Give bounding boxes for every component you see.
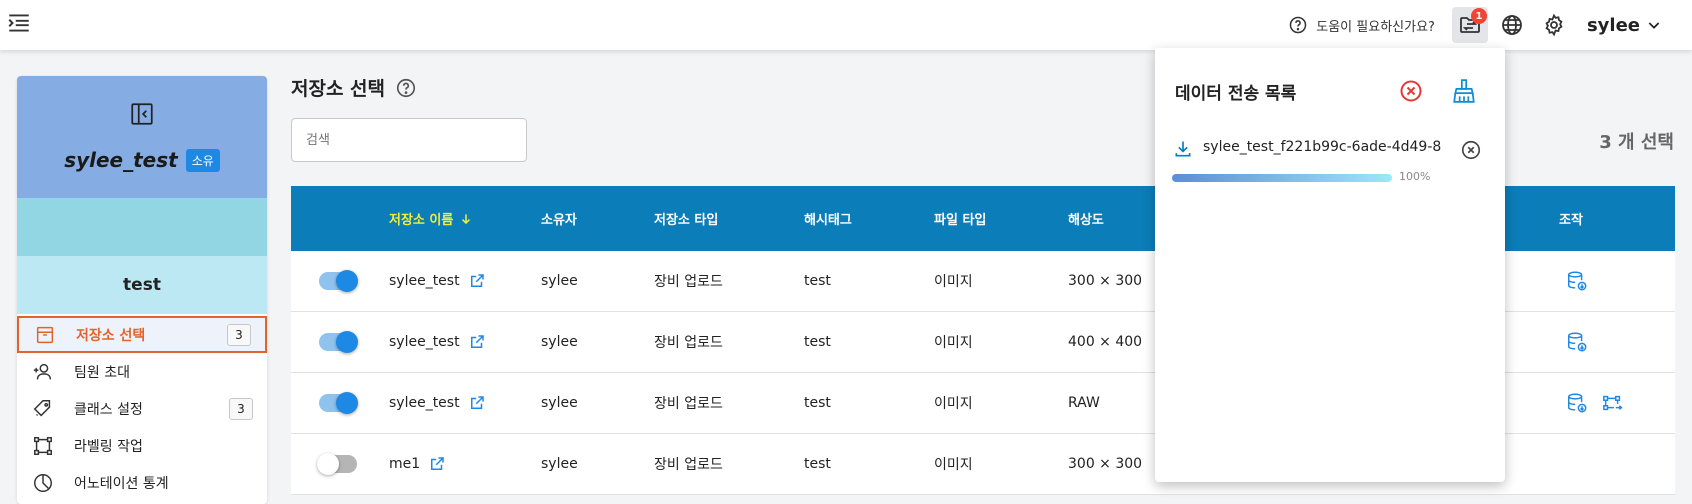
user-name: sylee [1586, 14, 1640, 36]
sidebar-item-annotation-stats[interactable]: 어노테이션 통계 [17, 464, 267, 501]
column-header-resolution: 해상도 [1068, 213, 1104, 228]
sidebar-item-label: 클래스 설정 [74, 401, 143, 418]
count-badge: 3 [227, 323, 251, 346]
external-link-icon[interactable] [468, 272, 486, 290]
project-header: sylee_test 소유 [17, 76, 267, 198]
transfer-panel-title: 데이터 전송 목록 [1175, 84, 1297, 104]
tags-icon [33, 399, 51, 416]
transfer-progress-bar [1172, 174, 1392, 182]
file-type-cell: 이미지 [934, 274, 973, 290]
broom-clear-icon[interactable] [1451, 78, 1477, 104]
collapse-sidebar-icon[interactable] [129, 101, 155, 127]
team-name: test [17, 256, 267, 314]
globe-icon [1502, 15, 1522, 35]
transfer-progress-text: 100% [1399, 170, 1431, 183]
owner-cell: sylee [541, 456, 578, 472]
transfer-list-button[interactable]: 1 [1451, 7, 1488, 43]
language-button[interactable] [1494, 7, 1530, 43]
help-text: 도움이 필요하신가요? [1316, 19, 1435, 35]
column-header-file-type: 파일 타입 [934, 213, 987, 228]
transfer-panel: 데이터 전송 목록 sylee_test_f221b99c-6ade-4d49-… [1155, 48, 1505, 482]
pie-chart-icon [34, 473, 52, 492]
page-title-text: 저장소 선택 [291, 78, 386, 100]
cancel-all-icon[interactable] [1399, 79, 1423, 103]
sidebar-menu: 저장소 선택 3 팀원 초대 클래스 설정 3 라벨링 작업 어노테이션 통계 [17, 314, 267, 501]
hashtag-cell: test [804, 273, 831, 289]
count-badge: 3 [229, 397, 253, 420]
file-type-cell: 이미지 [934, 396, 973, 412]
type-cell: 장비 업로드 [654, 457, 723, 473]
sidebar-item-label: 저장소 선택 [76, 327, 146, 344]
repository-name: me1 [389, 456, 421, 472]
search-input[interactable] [291, 118, 527, 162]
resolution-cell: 300 × 300 [1068, 456, 1143, 472]
transfer-file-name: sylee_test_f221b99c-6ade-4d49-8 [1203, 139, 1442, 155]
hashtag-cell: test [804, 456, 831, 472]
archive-box-icon [36, 326, 54, 343]
question-circle-icon[interactable] [395, 77, 417, 99]
external-link-icon[interactable] [468, 394, 486, 412]
download-icon [1175, 141, 1191, 157]
image-convert-icon[interactable] [1602, 392, 1624, 414]
chevron-down-icon [1648, 22, 1660, 29]
owner-cell: sylee [541, 273, 578, 289]
sidebar-item-labeling[interactable]: 라벨링 작업 [17, 427, 267, 464]
column-header-owner: 소유자 [541, 213, 577, 228]
sidebar-item-label: 어노테이션 통계 [74, 475, 169, 492]
user-menu[interactable]: sylee [1587, 15, 1662, 36]
owner-cell: sylee [541, 334, 578, 350]
type-cell: 장비 업로드 [654, 335, 723, 351]
page-title: 저장소 선택 [291, 74, 417, 101]
repository-name: sylee_test [389, 395, 460, 411]
enable-toggle[interactable] [319, 331, 358, 353]
notification-badge: 1 [1470, 8, 1487, 24]
file-type-cell: 이미지 [934, 457, 973, 473]
help-link[interactable]: 도움이 필요하신가요? [1288, 15, 1435, 35]
transfer-progress-fill [1172, 174, 1392, 182]
gear-icon [1545, 13, 1563, 37]
person-add-icon [33, 363, 52, 379]
sidebar: sylee_test 소유 test 저장소 선택 3 팀원 초대 클래스 설정… [17, 76, 267, 504]
type-cell: 장비 업로드 [654, 396, 723, 412]
hashtag-cell: test [804, 334, 831, 350]
sidebar-item-repository-select[interactable]: 저장소 선택 3 [17, 316, 267, 353]
resolution-cell: 400 × 400 [1068, 334, 1143, 350]
column-header-name[interactable]: 저장소 이름 [389, 186, 473, 251]
selected-count: 3 개 선택 [1599, 132, 1674, 153]
owner-badge: 소유 [185, 148, 220, 172]
type-cell: 장비 업로드 [654, 274, 723, 290]
sidebar-item-class-settings[interactable]: 클래스 설정 3 [17, 390, 267, 427]
column-header-actions: 조작 [1559, 213, 1583, 228]
enable-toggle[interactable] [317, 453, 357, 475]
project-name: sylee_test [64, 148, 178, 172]
question-circle-icon [1290, 16, 1307, 34]
enable-toggle[interactable] [319, 270, 358, 292]
sidebar-item-invite-member[interactable]: 팀원 초대 [17, 353, 267, 390]
database-download-icon[interactable] [1566, 331, 1588, 353]
top-bar: 도움이 필요하신가요? 1 sylee [0, 0, 1692, 50]
enable-toggle[interactable] [319, 392, 358, 414]
column-header-type: 저장소 타입 [654, 213, 719, 228]
sidebar-item-label: 라벨링 작업 [74, 438, 143, 455]
repository-name: sylee_test [389, 273, 460, 289]
database-download-icon[interactable] [1566, 270, 1588, 292]
menu-toggle-icon[interactable] [6, 10, 32, 36]
column-header-hashtag: 해시태그 [804, 213, 852, 228]
hashtag-cell: test [804, 395, 831, 411]
column-header-label: 저장소 이름 [389, 213, 454, 228]
external-link-icon[interactable] [428, 455, 446, 473]
sidebar-item-label: 팀원 초대 [74, 364, 130, 381]
sort-arrow-down-icon [462, 213, 471, 224]
external-link-icon[interactable] [468, 333, 486, 351]
close-circle-icon[interactable] [1460, 139, 1482, 161]
file-type-cell: 이미지 [934, 335, 973, 351]
database-download-icon[interactable] [1566, 392, 1588, 414]
resolution-cell: RAW [1068, 395, 1100, 411]
settings-button[interactable] [1536, 7, 1572, 43]
bounding-box-icon [34, 436, 52, 455]
owner-cell: sylee [541, 395, 578, 411]
repository-name: sylee_test [389, 334, 460, 350]
resolution-cell: 300 × 300 [1068, 273, 1143, 289]
project-band [17, 198, 267, 256]
